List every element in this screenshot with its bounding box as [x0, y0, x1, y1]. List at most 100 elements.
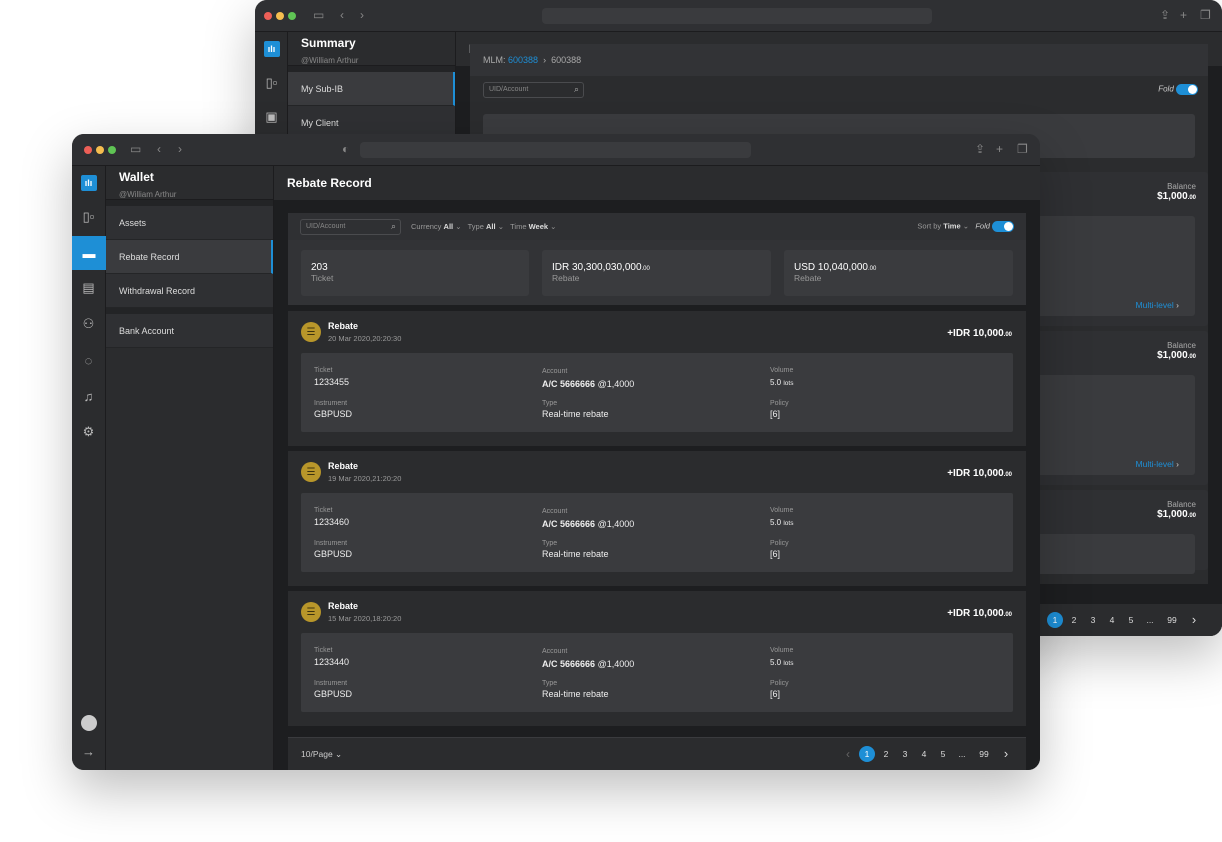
- page-button[interactable]: 99: [973, 746, 995, 762]
- balance-label: Balance: [1167, 500, 1196, 509]
- sidebar-toggle-icon[interactable]: ▭: [313, 8, 324, 22]
- sort-value: Time: [943, 221, 961, 231]
- back-icon[interactable]: ‹: [157, 142, 161, 156]
- page-size-dropdown[interactable]: 10/Page ⌄: [301, 749, 342, 760]
- chevron-down-icon: ⌄: [335, 749, 343, 759]
- page-button[interactable]: 5: [935, 746, 951, 762]
- prev-page-icon[interactable]: ‹: [840, 746, 856, 762]
- new-tab-icon[interactable]: +: [996, 142, 1003, 156]
- rebate-record[interactable]: ☰ Rebate 20 Mar 2020,20:20:30 +IDR 10,00…: [288, 311, 1026, 446]
- avatar[interactable]: [80, 715, 97, 731]
- sidebar-item-bank-account[interactable]: Bank Account: [106, 314, 273, 348]
- gear-icon[interactable]: ⚙: [72, 417, 105, 447]
- sort-dropdown[interactable]: Sort by Time ⌄: [917, 221, 969, 230]
- page-button[interactable]: 4: [1104, 612, 1120, 628]
- page-button[interactable]: 3: [897, 746, 913, 762]
- search-input[interactable]: UID/Account ⌕: [483, 82, 584, 98]
- back-icon[interactable]: ‹: [340, 8, 344, 22]
- tabs-icon[interactable]: ❐: [1017, 142, 1028, 156]
- page-1[interactable]: 1: [1047, 612, 1063, 628]
- forward-icon[interactable]: ›: [178, 142, 182, 156]
- new-tab-icon[interactable]: +: [1180, 8, 1187, 22]
- coin-icon: ☰: [301, 322, 321, 342]
- time-filter[interactable]: Time Week ⌄: [510, 222, 556, 231]
- type-value: Real-time rebate: [542, 549, 609, 559]
- page-button[interactable]: 4: [916, 746, 932, 762]
- coin-icon: ☰: [301, 462, 321, 482]
- volume-label: Volume: [770, 367, 794, 374]
- type-filter[interactable]: Type All ⌄: [468, 222, 504, 231]
- dashboard-icon[interactable]: ▯▫: [255, 68, 288, 98]
- forward-icon[interactable]: ›: [360, 8, 364, 22]
- ticket-value: 1233440: [314, 657, 350, 667]
- instrument-label: Instrument: [314, 680, 348, 687]
- record-list: ☰ Rebate 20 Mar 2020,20:20:30 +IDR 10,00…: [288, 311, 1026, 731]
- wallet-icon[interactable]: ▣: [255, 102, 288, 132]
- sidebar-item-withdrawal-record[interactable]: Withdrawal Record: [106, 274, 273, 308]
- next-page-icon[interactable]: ›: [998, 746, 1014, 762]
- volume-value: 5.0: [770, 658, 782, 667]
- fold-toggle[interactable]: [1176, 84, 1198, 95]
- document-icon[interactable]: ▤: [72, 273, 105, 303]
- link-label: Multi-level: [1135, 300, 1174, 310]
- account-label: Account: [542, 648, 568, 655]
- dashboard-icon[interactable]: ▯▫: [72, 202, 105, 232]
- next-page-icon[interactable]: ›: [1186, 612, 1202, 628]
- policy-label: Policy: [770, 540, 789, 547]
- page-button[interactable]: 5: [1123, 612, 1139, 628]
- share-icon[interactable]: ⇪: [1160, 8, 1170, 22]
- sidebar-item-label: Rebate Record: [119, 251, 180, 262]
- users-icon[interactable]: ⚇: [72, 309, 105, 339]
- sidebar-item-label: My Sub-IB: [301, 83, 344, 94]
- sidebar-item-rebate-record[interactable]: Rebate Record: [106, 240, 273, 274]
- page-button[interactable]: 1: [859, 746, 875, 762]
- summary-card: 203 Ticket: [301, 250, 529, 296]
- wallet-icon[interactable]: ▬: [72, 236, 106, 270]
- fold-label: Fold: [975, 221, 990, 231]
- sidebar-user: @William Arthur: [301, 56, 359, 65]
- search-input[interactable]: UID/Account ⌕: [300, 219, 401, 235]
- chevron-down-icon: ⌄: [962, 221, 970, 231]
- pagination: ‹ 1 2 3 4 5... 99 ›: [840, 746, 1014, 762]
- fold-toggle[interactable]: [992, 221, 1014, 232]
- page-button[interactable]: 99: [1161, 612, 1183, 628]
- sidebar-item-assets[interactable]: Assets: [106, 206, 273, 240]
- sidebar-item-label: Withdrawal Record: [119, 285, 196, 296]
- chat-icon[interactable]: ◌: [72, 345, 105, 375]
- ticket-value: 1233455: [314, 377, 350, 387]
- sidebar-item-my-sub-ib[interactable]: My Sub-IB: [288, 72, 455, 106]
- search-icon: ⌕: [573, 84, 579, 94]
- sidebar-title: Wallet: [119, 170, 154, 184]
- rebate-record[interactable]: ☰ Rebate 19 Mar 2020,21:20:20 +IDR 10,00…: [288, 451, 1026, 586]
- address-bar[interactable]: [360, 142, 751, 158]
- breadcrumb-link[interactable]: 600388: [508, 55, 538, 65]
- multi-level-link[interactable]: Multi-level ›: [1136, 300, 1179, 310]
- type-value: Real-time rebate: [542, 409, 609, 419]
- share-icon[interactable]: ⇪: [975, 142, 985, 156]
- sidebar-item-label: Assets: [119, 217, 147, 228]
- instrument-value: GBPUSD: [314, 409, 353, 419]
- record-time: 20 Mar 2020,20:20:30: [328, 334, 402, 343]
- logo-icon: ılı: [80, 175, 97, 191]
- page-button[interactable]: 2: [1066, 612, 1082, 628]
- page-title: Rebate Record: [274, 166, 1040, 200]
- account-value: A/C 5666666: [542, 379, 596, 389]
- search-placeholder: UID/Account: [489, 86, 529, 93]
- bell-icon[interactable]: ♫: [72, 381, 105, 411]
- sidebar-toggle-icon[interactable]: ▭: [130, 142, 141, 156]
- page-button[interactable]: 2: [878, 746, 894, 762]
- record-title: Rebate: [328, 601, 359, 611]
- summary-label: Rebate: [552, 273, 580, 283]
- expand-arrow-icon[interactable]: →: [72, 736, 105, 766]
- page-button[interactable]: 3: [1085, 612, 1101, 628]
- balance-decimals: .00: [1187, 513, 1196, 519]
- address-bar[interactable]: [542, 8, 932, 24]
- record-time: 15 Mar 2020,18:20:20: [328, 614, 402, 623]
- balance-label: Balance: [1167, 182, 1196, 191]
- instrument-value: GBPUSD: [314, 549, 353, 559]
- account-label: Account: [542, 508, 568, 515]
- multi-level-link[interactable]: Multi-level ›: [1136, 459, 1179, 469]
- currency-filter[interactable]: Currency All ⌄: [411, 222, 462, 231]
- tabs-icon[interactable]: ❐: [1200, 8, 1211, 22]
- rebate-record[interactable]: ☰ Rebate 15 Mar 2020,18:20:20 +IDR 10,00…: [288, 591, 1026, 726]
